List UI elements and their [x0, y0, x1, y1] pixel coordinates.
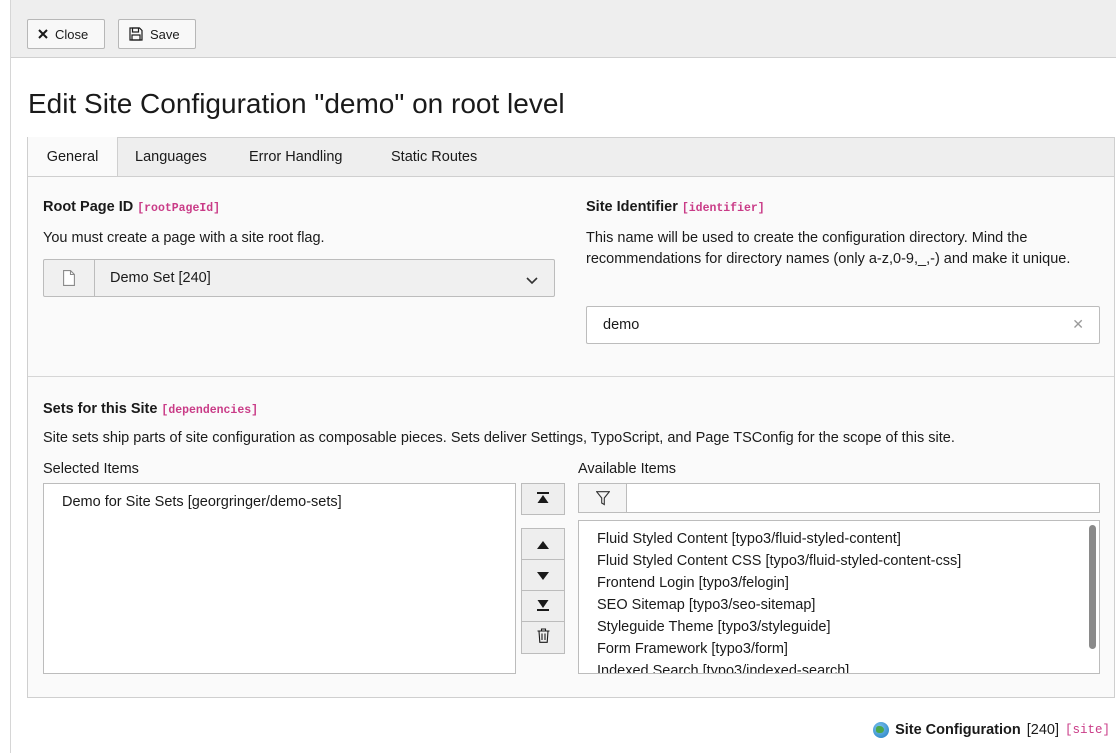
move-bottom-icon — [537, 598, 549, 615]
trash-icon — [537, 628, 550, 647]
site-identifier-code: [identifier] — [681, 202, 765, 215]
tab-languages[interactable]: Languages — [135, 138, 207, 178]
site-identifier-value: demo — [603, 317, 640, 333]
close-button[interactable]: Close — [27, 19, 105, 49]
sets-description: Site sets ship parts of site configurati… — [43, 430, 955, 446]
move-down-button[interactable] — [521, 559, 565, 591]
globe-icon — [873, 722, 890, 738]
chevron-down-icon — [526, 272, 538, 289]
list-item[interactable]: SEO Sitemap [typo3/seo-sitemap] — [597, 597, 815, 613]
caret-up-icon — [537, 536, 549, 553]
section-divider — [28, 376, 1114, 377]
selected-items-label: Selected Items — [43, 461, 139, 477]
general-tab-panel: Root Page ID [rootPageId] You must create… — [27, 176, 1115, 698]
list-item[interactable]: Fluid Styled Content [typo3/fluid-styled… — [597, 531, 901, 547]
page-title: Edit Site Configuration "demo" on root l… — [28, 88, 565, 119]
site-identifier-label: Site Identifier [identifier] — [586, 199, 765, 215]
module-left-border — [10, 0, 11, 753]
root-page-select[interactable]: Demo Set [240] — [43, 259, 555, 297]
sets-code: [dependencies] — [161, 404, 259, 417]
root-page-description: You must create a page with a site root … — [43, 230, 325, 246]
remove-button[interactable] — [521, 621, 565, 654]
clear-icon[interactable]: ✕ — [1072, 316, 1084, 333]
tab-error-handling[interactable]: Error Handling — [249, 138, 343, 178]
scrollbar-thumb[interactable] — [1089, 525, 1096, 649]
list-item[interactable]: Demo for Site Sets [georgringer/demo-set… — [62, 494, 342, 510]
selected-items-list[interactable]: Demo for Site Sets [georgringer/demo-set… — [43, 483, 516, 674]
sets-label: Sets for this Site [dependencies] — [43, 401, 259, 417]
tab-static-routes[interactable]: Static Routes — [391, 138, 477, 178]
list-item[interactable]: Frontend Login [typo3/felogin] — [597, 575, 789, 591]
move-to-top-button[interactable] — [521, 483, 565, 515]
root-page-code: [rootPageId] — [137, 202, 221, 215]
close-icon — [38, 29, 48, 39]
move-up-button[interactable] — [521, 528, 565, 560]
filter-icon — [579, 484, 627, 512]
save-button[interactable]: Save — [118, 19, 196, 49]
list-item[interactable]: Fluid Styled Content CSS [typo3/fluid-st… — [597, 553, 961, 569]
move-to-bottom-button[interactable] — [521, 590, 565, 622]
save-icon — [129, 27, 143, 41]
record-footer: Site Configuration [240] [site] — [873, 722, 1110, 738]
page-icon — [44, 260, 95, 296]
tab-general[interactable]: General — [28, 137, 118, 178]
close-button-label: Close — [55, 26, 89, 42]
site-identifier-description: This name will be used to create the con… — [586, 230, 1071, 267]
move-top-icon — [537, 491, 549, 508]
available-items-label: Available Items — [578, 461, 677, 477]
list-item[interactable]: Form Framework [typo3/form] — [597, 641, 788, 657]
save-button-label: Save — [150, 26, 180, 42]
available-items-filter[interactable] — [578, 483, 1100, 513]
list-item[interactable]: Styleguide Theme [typo3/styleguide] — [597, 619, 831, 635]
list-item[interactable]: Indexed Search [typo3/indexed-search] — [597, 663, 849, 673]
docheader-toolbar: Close Save — [11, 0, 1116, 58]
tab-bar: General Languages Error Handling Static … — [27, 137, 1115, 178]
root-page-label: Root Page ID [rootPageId] — [43, 199, 221, 215]
site-identifier-input[interactable]: demo ✕ — [586, 306, 1100, 344]
available-items-list[interactable]: Fluid Styled Content [typo3/fluid-styled… — [578, 520, 1100, 674]
root-page-select-value: Demo Set [240] — [110, 270, 211, 286]
record-type: Site Configuration — [895, 722, 1021, 738]
record-id: [240] — [1026, 722, 1059, 738]
record-table: [site] — [1064, 723, 1110, 737]
caret-down-icon — [537, 567, 549, 584]
